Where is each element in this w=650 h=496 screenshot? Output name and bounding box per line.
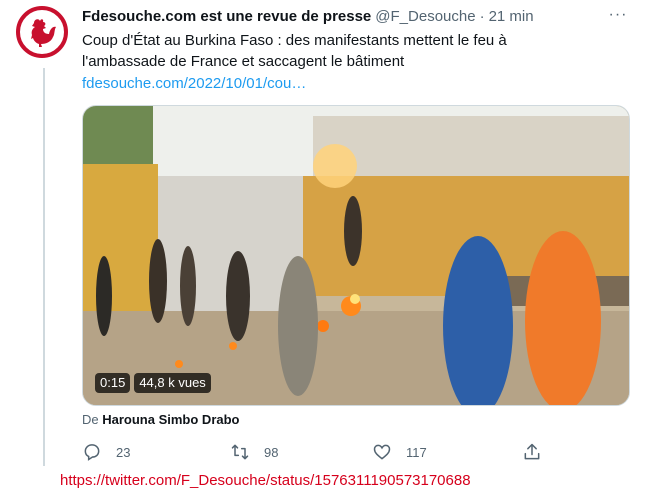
tweet-text: Coup d'État au Burkina Faso : des manife… [82,32,507,70]
video-thumbnail [83,106,629,405]
reply-count: 23 [116,444,131,460]
share-icon [524,443,540,460]
thread-line [43,68,45,466]
tweet-actions: 23 98 117 [82,440,562,464]
separator-dot: · [479,7,485,25]
tweet-link[interactable]: fdesouche.com/2022/10/01/cou… [82,73,306,94]
attribution-author[interactable]: Harouna Simbo Drabo [102,412,239,427]
source-url[interactable]: https://twitter.com/F_Desouche/status/15… [60,472,471,489]
avatar[interactable] [16,6,68,58]
like-button[interactable]: 117 [372,440,427,464]
tweet-header: Fdesouche.com est une revue de presse @F… [82,6,610,26]
video-views: 44,8 k vues [134,373,211,393]
heart-icon [373,444,391,460]
retweet-icon [231,444,249,460]
like-count: 117 [406,444,427,460]
tweet-timestamp[interactable]: 21 min [489,8,534,25]
retweet-count: 98 [264,444,279,460]
video-attribution: De Harouna Simbo Drabo [82,412,240,427]
share-button[interactable] [522,440,542,464]
attribution-prefix: De [82,412,99,427]
video-player[interactable]: 0:15 44,8 k vues [82,105,630,406]
video-badge: 0:15 44,8 k vues [95,372,211,394]
reply-button[interactable]: 23 [82,440,130,464]
video-duration: 0:15 [95,373,131,393]
retweet-button[interactable]: 98 [230,440,278,464]
more-options-icon[interactable]: ··· [606,4,630,26]
tweet[interactable]: Fdesouche.com est une revue de presse @F… [0,0,650,468]
user-handle[interactable]: @F_Desouche [375,8,475,25]
display-name[interactable]: Fdesouche.com est une revue de presse [82,8,371,25]
reply-icon [84,444,100,461]
rooster-icon [31,19,56,47]
